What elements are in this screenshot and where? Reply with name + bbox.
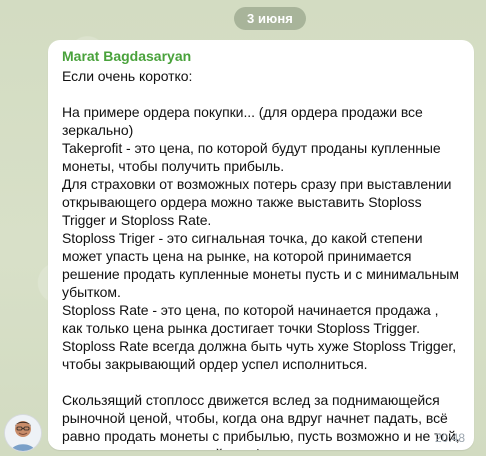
sender-name[interactable]: Marat Bagdasaryan: [62, 48, 460, 65]
message-time: 20:48: [434, 431, 465, 445]
message-text: Если очень коротко: На примере ордера по…: [62, 68, 460, 450]
date-label: 3 июня: [247, 11, 293, 26]
message-bubble[interactable]: Marat Bagdasaryan Если очень коротко: На…: [48, 40, 474, 450]
date-separator: 3 июня: [234, 7, 306, 30]
sender-avatar[interactable]: [4, 414, 42, 452]
user-avatar-icon: [5, 415, 41, 451]
